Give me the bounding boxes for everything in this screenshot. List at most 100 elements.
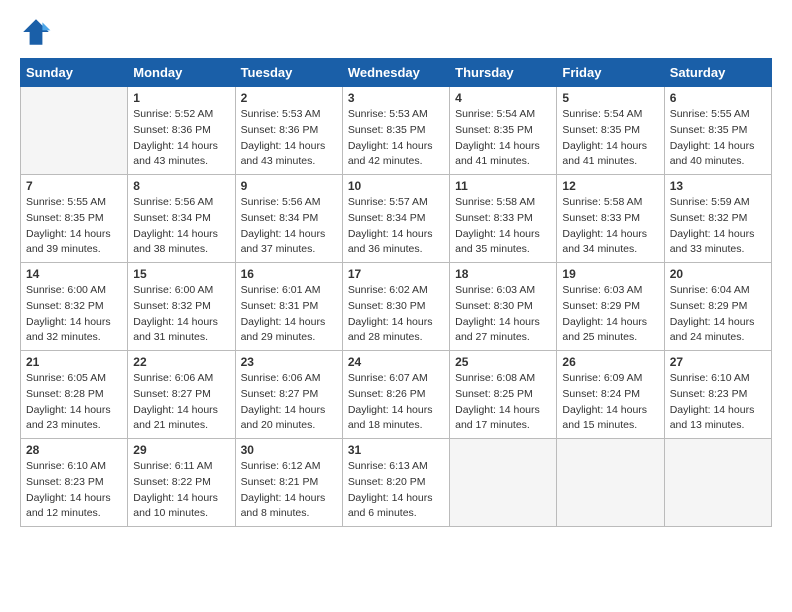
daylight-label: Daylight: 14 hours and 37 minutes. <box>241 228 326 256</box>
sunrise-label: Sunrise: 6:00 AM <box>133 284 213 296</box>
weekday-header-wednesday: Wednesday <box>342 59 449 87</box>
sunset-label: Sunset: 8:35 PM <box>562 124 640 136</box>
weekday-header-monday: Monday <box>128 59 235 87</box>
cell-info: Sunrise: 5:55 AMSunset: 8:35 PMDaylight:… <box>670 107 766 170</box>
daylight-label: Daylight: 14 hours and 20 minutes. <box>241 404 326 432</box>
sunrise-label: Sunrise: 6:07 AM <box>348 372 428 384</box>
sunrise-label: Sunrise: 6:04 AM <box>670 284 750 296</box>
sunset-label: Sunset: 8:33 PM <box>562 212 640 224</box>
day-number: 6 <box>670 91 766 105</box>
calendar-cell: 26Sunrise: 6:09 AMSunset: 8:24 PMDayligh… <box>557 351 664 439</box>
daylight-label: Daylight: 14 hours and 42 minutes. <box>348 140 433 168</box>
sunset-label: Sunset: 8:24 PM <box>562 388 640 400</box>
sunset-label: Sunset: 8:35 PM <box>348 124 426 136</box>
daylight-label: Daylight: 14 hours and 18 minutes. <box>348 404 433 432</box>
calendar-week-row: 1Sunrise: 5:52 AMSunset: 8:36 PMDaylight… <box>21 87 772 175</box>
calendar-cell: 23Sunrise: 6:06 AMSunset: 8:27 PMDayligh… <box>235 351 342 439</box>
calendar-cell: 27 Sunrise: 6:10 AMSunset: 8:23 PMDayligh… <box>664 351 771 439</box>
sunrise-label: Sunrise: 6:02 AM <box>348 284 428 296</box>
logo <box>20 16 56 48</box>
cell-info: Sunrise: 6:02 AMSunset: 8:30 PMDaylight:… <box>348 283 444 346</box>
sunrise-label: Sunrise: 6:01 AM <box>241 284 321 296</box>
sunset-label: Sunset: 8:32 PM <box>133 300 211 312</box>
sunrise-label: Sunrise: 5:58 AM <box>455 196 535 208</box>
daylight-label: Daylight: 14 hours and 24 minutes. <box>670 316 755 344</box>
calendar-week-row: 28 Sunrise: 6:10 AM Sunset: 8:23 PM Dayligh… <box>21 439 772 527</box>
cell-info: Sunrise: 5:59 AMSunset: 8:32 PMDaylight:… <box>670 195 766 258</box>
sunset-label: Sunset: 8:32 PM <box>670 212 748 224</box>
sunset-label: Sunset: 8:34 PM <box>133 212 211 224</box>
daylight-label: Daylight: 14 hours and 23 minutes. <box>26 404 111 432</box>
cell-info: Sunrise: 6:11 AMSunset: 8:22 PMDaylight:… <box>133 459 229 522</box>
calendar-cell: 7Sunrise: 5:55 AMSunset: 8:35 PMDaylight… <box>21 175 128 263</box>
cell-info: Sunrise: 5:58 AMSunset: 8:33 PMDaylight:… <box>562 195 658 258</box>
calendar-week-row: 21Sunrise: 6:05 AMSunset: 8:28 PMDayligh… <box>21 351 772 439</box>
daylight-label: Daylight: 14 hours and 27 minutes. <box>455 316 540 344</box>
daylight-label: Daylight: 14 hours and 12 minutes. <box>26 492 111 520</box>
day-number: 10 <box>348 179 444 193</box>
cell-info: Sunrise: 6:06 AMSunset: 8:27 PMDaylight:… <box>133 371 229 434</box>
sunrise-label: Sunrise: 6:03 AM <box>455 284 535 296</box>
daylight-label: Daylight: 14 hours and 38 minutes. <box>133 228 218 256</box>
calendar-cell: 8 Sunrise: 5:56 AM Sunset: 8:34 PM Daylight… <box>128 175 235 263</box>
day-number: 30 <box>241 443 337 457</box>
cell-info: Sunrise: 6:03 AMSunset: 8:29 PMDaylight:… <box>562 283 658 346</box>
calendar-cell: 9Sunrise: 5:56 AMSunset: 8:34 PMDaylight… <box>235 175 342 263</box>
cell-info: Sunrise: 5:56 AM Sunset: 8:34 PM Daylight:… <box>133 195 229 258</box>
calendar-week-row: 14Sunrise: 6:00 AMSunset: 8:32 PMDayligh… <box>21 263 772 351</box>
sunrise-label: Sunrise: 5:52 AM <box>133 108 213 120</box>
calendar-cell: 24Sunrise: 6:07 AMSunset: 8:26 PMDayligh… <box>342 351 449 439</box>
calendar-cell: 2Sunrise: 5:53 AMSunset: 8:36 PMDaylight… <box>235 87 342 175</box>
day-number: 3 <box>348 91 444 105</box>
sunset-label: Sunset: 8:31 PM <box>241 300 319 312</box>
cell-info: Sunrise: 5:57 AMSunset: 8:34 PMDaylight:… <box>348 195 444 258</box>
day-number: 8 <box>133 179 229 193</box>
sunrise-label: Sunrise: 5:53 AM <box>348 108 428 120</box>
cell-info: Sunrise: 6:10 AMSunset: 8:23 PMDaylight:… <box>670 371 766 434</box>
sunrise-label: Sunrise: 5:56 AM <box>241 196 321 208</box>
sunrise-label: Sunrise: 5:56 AM <box>133 196 213 208</box>
calendar-cell: 5Sunrise: 5:54 AMSunset: 8:35 PMDaylight… <box>557 87 664 175</box>
daylight-label: Daylight: 14 hours and 8 minutes. <box>241 492 326 520</box>
sunset-label: Sunset: 8:23 PM <box>26 476 104 488</box>
sunset-label: Sunset: 8:22 PM <box>133 476 211 488</box>
sunrise-label: Sunrise: 6:00 AM <box>26 284 106 296</box>
day-number: 19 <box>562 267 658 281</box>
sunrise-label: Sunrise: 5:55 AM <box>26 196 106 208</box>
weekday-header-friday: Friday <box>557 59 664 87</box>
daylight-label: Daylight: 14 hours and 31 minutes. <box>133 316 218 344</box>
cell-info: Sunrise: 5:56 AM Sunset: 8:34 PM Daylight:… <box>241 195 337 258</box>
day-number: 27 <box>670 355 766 369</box>
day-number: 18 <box>455 267 551 281</box>
day-number: 29 <box>133 443 229 457</box>
sunset-label: Sunset: 8:29 PM <box>670 300 748 312</box>
day-number: 24 <box>348 355 444 369</box>
sunset-label: Sunset: 8:20 PM <box>348 476 426 488</box>
calendar-cell: 20Sunrise: 6:04 AMSunset: 8:29 PMDayligh… <box>664 263 771 351</box>
sunrise-label: Sunrise: 6:05 AM <box>26 372 106 384</box>
cell-info: Sunrise: 5:52 AMSunset: 8:36 PMDaylight:… <box>133 107 229 170</box>
calendar-cell: 4Sunrise: 5:54 AMSunset: 8:35 PMDaylight… <box>450 87 557 175</box>
day-number: 12 <box>562 179 658 193</box>
sunset-label: Sunset: 8:23 PM <box>670 388 748 400</box>
sunset-label: Sunset: 8:36 PM <box>241 124 319 136</box>
sunrise-label: Sunrise: 6:10 AM <box>26 460 106 472</box>
logo-icon <box>20 16 52 48</box>
calendar-cell: 25Sunrise: 6:08 AMSunset: 8:25 PMDayligh… <box>450 351 557 439</box>
sunrise-label: Sunrise: 5:58 AM <box>562 196 642 208</box>
sunrise-label: Sunrise: 6:12 AM <box>241 460 321 472</box>
weekday-header-saturday: Saturday <box>664 59 771 87</box>
calendar-cell <box>450 439 557 527</box>
calendar-cell: 14Sunrise: 6:00 AMSunset: 8:32 PMDayligh… <box>21 263 128 351</box>
day-number: 28 <box>26 443 122 457</box>
sunrise-label: Sunrise: 5:53 AM <box>241 108 321 120</box>
sunset-label: Sunset: 8:34 PM <box>241 212 319 224</box>
day-number: 22 <box>133 355 229 369</box>
day-number: 13 <box>670 179 766 193</box>
calendar-cell: 31Sunrise: 6:13 AMSunset: 8:20 PMDayligh… <box>342 439 449 527</box>
sunset-label: Sunset: 8:29 PM <box>562 300 640 312</box>
sunset-label: Sunset: 8:21 PM <box>241 476 319 488</box>
day-number: 15 <box>133 267 229 281</box>
calendar-cell: 29 Sunrise: 6:11 AMSunset: 8:22 PMDayligh… <box>128 439 235 527</box>
daylight-label: Daylight: 14 hours and 28 minutes. <box>348 316 433 344</box>
